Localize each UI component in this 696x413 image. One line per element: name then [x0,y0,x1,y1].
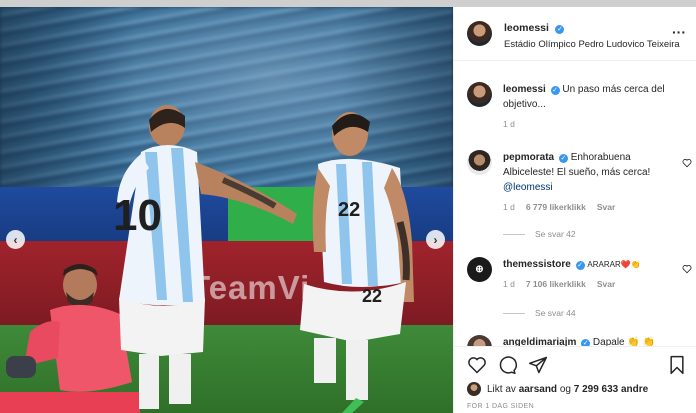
post-header: leomessi ✓ Estádio Olímpico Pedro Ludovi… [454,7,696,61]
likes-middle: og [559,383,571,395]
post-actions: Likt av aarsand og 7 299 633 andre FOR 1… [454,346,696,413]
see-replies-button[interactable]: Se svar 42 [503,229,576,239]
see-replies-button[interactable]: Se svar 44 [503,308,576,318]
caption-username[interactable]: leomessi [503,84,546,95]
likes-prefix: Likt av [487,383,516,395]
comment-icon[interactable] [497,355,517,375]
reply-button[interactable]: Svar [597,200,615,215]
comment-text: Dapale 👏 👏 [592,337,656,346]
header-text: leomessi ✓ Estádio Olímpico Pedro Ludovi… [504,18,680,50]
comment-heart-icon[interactable] [682,158,692,168]
commenter-avatar[interactable]: ⊕ [467,257,492,282]
comment-body: themessistore ✓ ARARAR❤️👏 1 d 7 106 like… [503,257,669,292]
comment-text: ARARAR❤️👏 [587,260,641,269]
author-avatar[interactable] [467,21,492,46]
likes-count[interactable]: 7 299 633 andre [574,384,649,395]
comment-username[interactable]: angeldimariajm [503,337,576,346]
comment-username[interactable]: themessistore [503,259,571,270]
caption: leomessi ✓ Un paso más cerca del objetiv… [467,82,692,132]
comment-username[interactable]: pepmorata [503,152,554,163]
commenter-avatar[interactable] [467,150,492,175]
caption-avatar[interactable] [467,82,492,107]
reply-button[interactable]: Svar [597,277,615,292]
caption-text-line: leomessi ✓ Un paso más cerca del objetiv… [503,82,669,112]
liker-avatar[interactable] [467,382,481,396]
post-location[interactable]: Estádio Olímpico Pedro Ludovico Teixeira [504,39,680,50]
author-username[interactable]: leomessi [504,22,549,34]
chevron-right-icon[interactable]: › [426,230,445,249]
comment-item: pepmorata ✓ Enhorabuena Albiceleste! El … [467,150,692,215]
player-22-figure: 22 22 [300,112,414,413]
comment-mention[interactable]: @leomessi [503,182,553,193]
likes-summary: Likt av aarsand og 7 299 633 andre [467,382,648,396]
comments-list[interactable]: leomessi ✓ Un paso más cerca del objetiv… [454,62,696,346]
comment-like-count[interactable]: 6 779 likerklikk [526,200,586,215]
verified-badge-icon: ✓ [558,154,568,163]
more-options-icon[interactable]: ··· [672,24,686,40]
caption-age: 1 d [503,119,515,129]
post-time[interactable]: FOR 1 DAG SIDEN [467,403,534,410]
share-icon[interactable] [528,355,548,375]
comment-age: 1 d [503,279,515,289]
comment-heart-icon[interactable] [682,264,692,274]
comment-body: angeldimariajm ✓ Dapale 👏 👏 [503,335,669,346]
likes-text: Likt av aarsand og 7 299 633 andre [487,384,648,395]
caption-body: leomessi ✓ Un paso más cerca del objetiv… [503,82,669,132]
svg-text:22: 22 [338,199,360,221]
comment-text-line: angeldimariajm ✓ Dapale 👏 👏 [503,335,669,346]
comment-meta: 1 d 7 106 likerklikk Svar [503,277,669,292]
comment-body: pepmorata ✓ Enhorabuena Albiceleste! El … [503,150,669,215]
backdrop-strip [0,0,696,7]
svg-text:22: 22 [362,286,382,306]
comment-item: ⊕ themessistore ✓ ARARAR❤️👏 1 d 7 106 li… [467,257,692,292]
comment-text-line: themessistore ✓ ARARAR❤️👏 [503,257,669,272]
heart-icon[interactable] [467,355,487,375]
store-logo-icon: ⊕ [475,264,484,275]
bookmark-icon[interactable] [667,355,687,375]
verified-badge-icon: ✓ [555,24,565,34]
liker-username[interactable]: aarsand [519,384,557,395]
verified-badge-icon: ✓ [575,261,585,270]
comment-text-line: pepmorata ✓ Enhorabuena Albiceleste! El … [503,150,669,195]
commenter-avatar[interactable] [467,335,492,346]
comment-age: 1 d [503,202,515,212]
comment-like-count[interactable]: 7 106 likerklikk [526,277,586,292]
post-photo[interactable]: TeamVi 10 22 22 ‹ › [0,7,453,413]
verified-badge-icon: ✓ [550,86,560,95]
post-side-panel: leomessi ✓ Estádio Olímpico Pedro Ludovi… [453,7,696,413]
caption-meta: 1 d [503,117,669,132]
svg-text:10: 10 [113,191,162,240]
chevron-left-icon[interactable]: ‹ [6,230,25,249]
comment-meta: 1 d 6 779 likerklikk Svar [503,200,669,215]
player-10-figure: 10 [113,105,297,409]
comment-item: angeldimariajm ✓ Dapale 👏 👏 [467,335,692,346]
verified-badge-icon: ✓ [581,339,591,346]
post-modal: TeamVi 10 22 22 ‹ › leomessi ✓ Estádio O… [0,7,696,413]
